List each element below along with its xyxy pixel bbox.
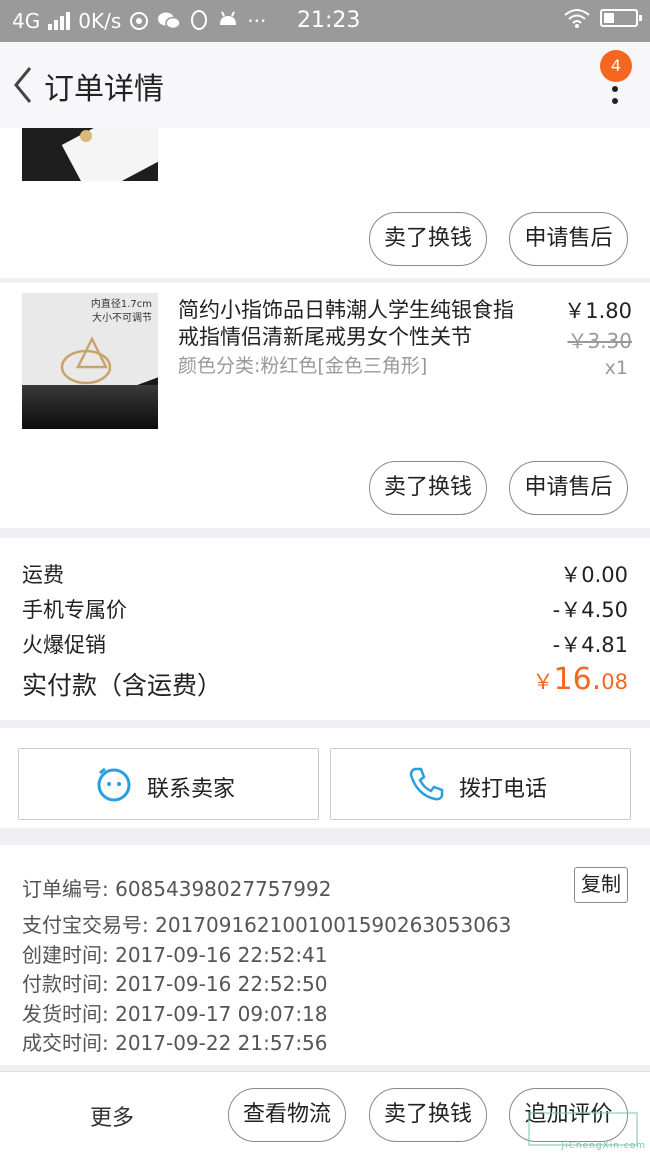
contact-section: 联系卖家 拨打电话 bbox=[0, 728, 650, 828]
completed-time: 成交时间: 2017-09-22 21:57:56 bbox=[22, 1031, 328, 1055]
shipping-label: 运费 bbox=[22, 563, 64, 587]
shipped-time: 发货时间: 2017-09-17 09:07:18 bbox=[22, 1002, 328, 1026]
resell-button[interactable]: 卖了换钱 bbox=[369, 461, 487, 515]
wifi-icon bbox=[564, 9, 590, 28]
shipping-value: ￥0.00 bbox=[560, 563, 628, 587]
mobile-price-label: 手机专属价 bbox=[22, 598, 127, 622]
more-button[interactable]: 更多 bbox=[90, 1100, 134, 1132]
resell-button[interactable]: 卖了换钱 bbox=[369, 212, 487, 266]
bottom-action-bar: 更多 查看物流 卖了换钱 追加评价 JiChengXin.com bbox=[0, 1071, 650, 1155]
image-caption: 大小不可调节 bbox=[92, 313, 152, 324]
clock: 21:23 bbox=[297, 8, 361, 33]
copy-button[interactable]: 复制 bbox=[574, 867, 628, 903]
qq-icon bbox=[191, 10, 208, 30]
product-quantity: x1 bbox=[604, 357, 628, 379]
total-decimal: 08 bbox=[601, 670, 628, 694]
ring-image bbox=[60, 336, 112, 385]
promo-value: -￥4.81 bbox=[552, 633, 628, 657]
resell-button[interactable]: 卖了换钱 bbox=[369, 1088, 487, 1142]
network-speed: 0K/s bbox=[78, 9, 122, 33]
product-price: ￥1.80 bbox=[564, 299, 632, 323]
wechat-icon bbox=[158, 12, 181, 30]
phone-icon bbox=[409, 767, 444, 801]
image-caption: 内直径1.7cm bbox=[90, 299, 152, 310]
nav-bar: 订单详情 4 bbox=[0, 42, 650, 128]
signal-icon bbox=[48, 12, 71, 30]
more-notifications-icon: ··· bbox=[247, 9, 267, 33]
android-icon bbox=[220, 11, 237, 25]
total-label: 实付款（含运费） bbox=[22, 671, 223, 700]
product-sku: 颜色分类:粉红色[金色三角形] bbox=[178, 355, 428, 377]
paid-time: 付款时间: 2017-09-16 22:52:50 bbox=[22, 972, 328, 996]
product-thumbnail[interactable]: 内直径1.7cm 大小不可调节 bbox=[22, 293, 158, 429]
after-sales-button[interactable]: 申请售后 bbox=[509, 212, 628, 266]
alipay-transaction-number: 支付宝交易号: 2017091621001001590263053063 bbox=[22, 913, 512, 937]
original-price: ￥3.30 bbox=[567, 329, 632, 353]
page-title: 订单详情 bbox=[44, 72, 164, 107]
battery-icon bbox=[600, 9, 642, 27]
after-sales-button[interactable]: 申请售后 bbox=[509, 461, 628, 515]
order-info: 订单编号: 608543980277579​92 复制 支付宝交易号: 2017… bbox=[0, 845, 650, 1065]
order-number: 订单编号: 608543980277579​92 bbox=[22, 877, 332, 901]
watermark-text: JiChengXin.com bbox=[561, 1141, 646, 1151]
call-phone-label: 拨打电话 bbox=[459, 777, 548, 802]
chat-bubble-icon bbox=[97, 767, 131, 802]
back-arrow-icon[interactable] bbox=[6, 62, 42, 108]
notification-icon bbox=[130, 12, 149, 30]
product-thumbnail[interactable] bbox=[22, 128, 158, 181]
contact-seller-label: 联系卖家 bbox=[147, 777, 236, 802]
promo-label: 火爆促销 bbox=[22, 633, 106, 657]
network-type: 4G bbox=[12, 9, 41, 33]
total-value: ￥16.08 bbox=[533, 662, 628, 697]
status-bar: 4G 0K/s ··· 21:23 bbox=[0, 0, 650, 42]
mobile-price-value: -￥4.50 bbox=[552, 598, 628, 622]
created-time: 创建时间: 2017-09-16 22:52:41 bbox=[22, 943, 328, 967]
call-phone-button[interactable]: 拨打电话 bbox=[330, 748, 631, 820]
total-integer: 16. bbox=[553, 662, 602, 697]
contact-seller-button[interactable]: 联系卖家 bbox=[18, 748, 319, 820]
order-item-card: 卖了换钱 申请售后 bbox=[0, 128, 650, 278]
view-logistics-button[interactable]: 查看物流 bbox=[228, 1088, 346, 1142]
total-currency: ￥ bbox=[532, 670, 554, 694]
price-summary: 运费 ￥0.00 手机专属价 -￥4.50 火爆促销 -￥4.81 实付款（含运… bbox=[0, 538, 650, 720]
product-name[interactable]: 简约小指饰品日韩潮人学生纯银食指戒指情侣清新尾戒男女个性关节 bbox=[178, 297, 523, 351]
message-badge: 4 bbox=[600, 50, 632, 82]
order-item-card: 内直径1.7cm 大小不可调节 简约小指饰品日韩潮人学生纯银食指戒指情侣清新尾戒… bbox=[0, 283, 650, 528]
